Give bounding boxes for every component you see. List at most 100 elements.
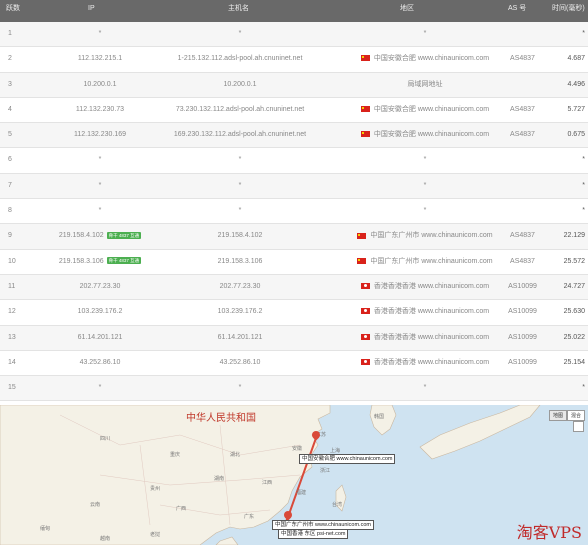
table-row[interactable]: 2 112.132.215.1 1-215.132.112.adsl-pool.ah… (0, 47, 588, 73)
map-label: 广西 (176, 506, 187, 512)
hop-ip: 202.77.23.30 (40, 275, 160, 299)
map-label: 湖南 (214, 476, 225, 482)
hop-number: 7 (8, 181, 12, 189)
table-row[interactable]: 7 * * * * (0, 173, 588, 200)
cn-flag-icon (357, 257, 367, 264)
hop-hostname: * (238, 384, 242, 392)
map-label: 台湾 (332, 502, 343, 508)
backbone-badge: 骨干 4837 互通 (106, 257, 142, 265)
hop-as: AS4837 (510, 105, 535, 113)
hop-hostname: 1-215.132.112.adsl-pool.ah.cnuninet.net (177, 55, 303, 63)
hop-region-text: 香港香港香港 www.chinaunicom.com (373, 333, 490, 341)
map-label: 重庆 (170, 452, 181, 458)
hop-region-text: 香港香港香港 www.chinaunicom.com (373, 358, 490, 366)
table-row[interactable]: 13 61.14.201.121 61.14.201.121 香港香港香港 www.c… (0, 325, 588, 351)
table-row[interactable]: 15 * * * * (0, 376, 588, 402)
table-row[interactable]: 4 112.132.230.73 73.230.132.112.adsl-pool.… (0, 98, 588, 124)
table-row[interactable]: 10 219.158.3.106 骨干 4837 互通 219.158.3.106 中国… (0, 250, 588, 275)
hop-ip-text: 61.14.201.121 (77, 333, 123, 341)
hop-region: 香港香港香港 www.chinaunicom.com (330, 351, 520, 375)
map-type-hybrid-button[interactable]: 混合 (566, 410, 585, 421)
table-row[interactable]: 14 43.252.86.10 43.252.86.10 香港香港香港 www.chi… (0, 351, 588, 377)
hop-as: AS10099 (508, 333, 537, 341)
map-label: 越南 (100, 536, 111, 542)
hop-ip: 10.200.0.1 (40, 73, 160, 97)
hop-time: 5.727 (567, 105, 585, 113)
cn-flag-icon (360, 55, 370, 62)
hop-region: 中国安徽合肥 www.chinaunicom.com (330, 123, 520, 147)
hop-region: 香港香港香港 www.chinaunicom.com (330, 300, 520, 324)
hop-hostname: 219.158.3.106 (217, 257, 263, 265)
table-row[interactable]: 1 * * * * (0, 22, 588, 48)
hop-time: 25.154 (563, 358, 585, 366)
hop-as (500, 199, 545, 223)
hop-as: AS4837 (510, 232, 535, 240)
hop-number: 11 (8, 282, 16, 290)
hop-ip: * (40, 22, 160, 46)
hop-ip-text: 103.239.176.2 (77, 308, 123, 316)
hop-time: 25.572 (563, 257, 585, 265)
hop-region-text: 中国广东广州市 www.chinaunicom.com (370, 232, 493, 240)
hop-as: AS10099 (508, 282, 537, 290)
hop-ip: 61.14.201.121 (40, 326, 160, 350)
hop-number: 5 (8, 131, 12, 139)
table-row[interactable]: 3 10.200.0.1 10.200.0.1 局域网地址 4.496 (0, 72, 588, 98)
hop-region-text: 中国安徽合肥 www.chinaunicom.com (373, 131, 490, 139)
hop-number: 4 (8, 105, 12, 113)
table-row[interactable]: 8 * * * * (0, 199, 588, 225)
map-type-switch: 地图 混合 (548, 410, 585, 421)
table-row[interactable]: 5 112.132.230.169 169.230.132.112.adsl-poo… (0, 123, 588, 149)
hop-region-text: 中国广东广州市 www.chinaunicom.com (370, 257, 493, 265)
hop-ip: 112.132.230.73 (40, 98, 160, 122)
table-row[interactable]: 12 103.239.176.2 103.239.176.2 香港香港香港 www.c… (0, 300, 588, 326)
header-as: AS 号 (508, 5, 527, 12)
hop-ip-text: 112.132.230.73 (75, 105, 125, 113)
hop-time: 4.496 (567, 80, 585, 88)
hop-time: 24.727 (563, 282, 585, 290)
header-hop: 跃数 (6, 5, 20, 12)
hop-ip-text: 43.252.86.10 (79, 358, 121, 366)
hop-time: * (582, 156, 585, 164)
hop-ip: 219.158.4.102 骨干 4837 互通 (40, 224, 160, 248)
hop-time: * (582, 207, 585, 215)
hop-hostname: * (238, 30, 242, 37)
hop-hostname: 73.230.132.112.adsl-pool.ah.cnuninet.net (175, 105, 305, 113)
hop-region: * (330, 376, 520, 400)
hop-as: AS10099 (508, 308, 537, 316)
header-ip: IP (88, 5, 95, 12)
hop-number: 6 (8, 156, 12, 164)
hop-time: 4.687 (567, 55, 585, 63)
hop-ip: 219.158.3.106 骨干 4837 互通 (40, 250, 160, 274)
map-label: 老挝 (150, 532, 161, 538)
table-row[interactable]: 9 219.158.4.102 骨干 4837 互通 219.158.4.102 中国广… (0, 224, 588, 250)
hop-ip-text: * (98, 30, 102, 37)
cn-flag-icon (360, 131, 370, 138)
hop-as: AS4837 (510, 257, 535, 265)
hop-time: 25.630 (563, 308, 585, 316)
hop-number: 10 (8, 257, 16, 265)
table-row[interactable]: 11 202.77.23.30 202.77.23.30 香港香港香港 www.chi… (0, 274, 588, 301)
hop-region: 中国安徽合肥 www.chinaunicom.com (330, 47, 520, 71)
map-zoom-icon[interactable] (573, 421, 584, 432)
map-callout-hongkong: 中国香港 东区 psi-net.com (278, 529, 349, 539)
hop-hostname: * (238, 156, 242, 164)
map-country-label: 中华人民共和国 (186, 413, 256, 424)
table-row[interactable]: 6 * * * * (0, 148, 588, 174)
map-label: 湖北 (230, 452, 241, 458)
map-label: 广东 (244, 514, 255, 520)
hop-time: 0.675 (567, 131, 585, 139)
hop-as (500, 148, 545, 172)
hop-time: * (582, 181, 585, 189)
hop-ip: 112.132.215.1 (40, 47, 160, 71)
map-label: 缅甸 (40, 526, 51, 532)
map-label: 贵州 (150, 486, 161, 492)
hop-as: AS4837 (510, 55, 535, 63)
hop-region-text: 香港香港香港 www.chinaunicom.com (373, 282, 490, 290)
watermark: 淘客VPS (516, 523, 582, 542)
map-type-map-button[interactable]: 地图 (548, 410, 567, 421)
header-region: 地区 (400, 5, 414, 12)
hop-time: 25.022 (563, 333, 585, 341)
hop-hostname: 103.239.176.2 (217, 308, 263, 316)
hop-hostname: 219.158.4.102 (217, 232, 263, 240)
route-map[interactable]: 中华人民共和国 韩国 江苏 安徽 上海 湖北 湖南 广西 贵州 云南 四川 重庆… (0, 405, 588, 545)
